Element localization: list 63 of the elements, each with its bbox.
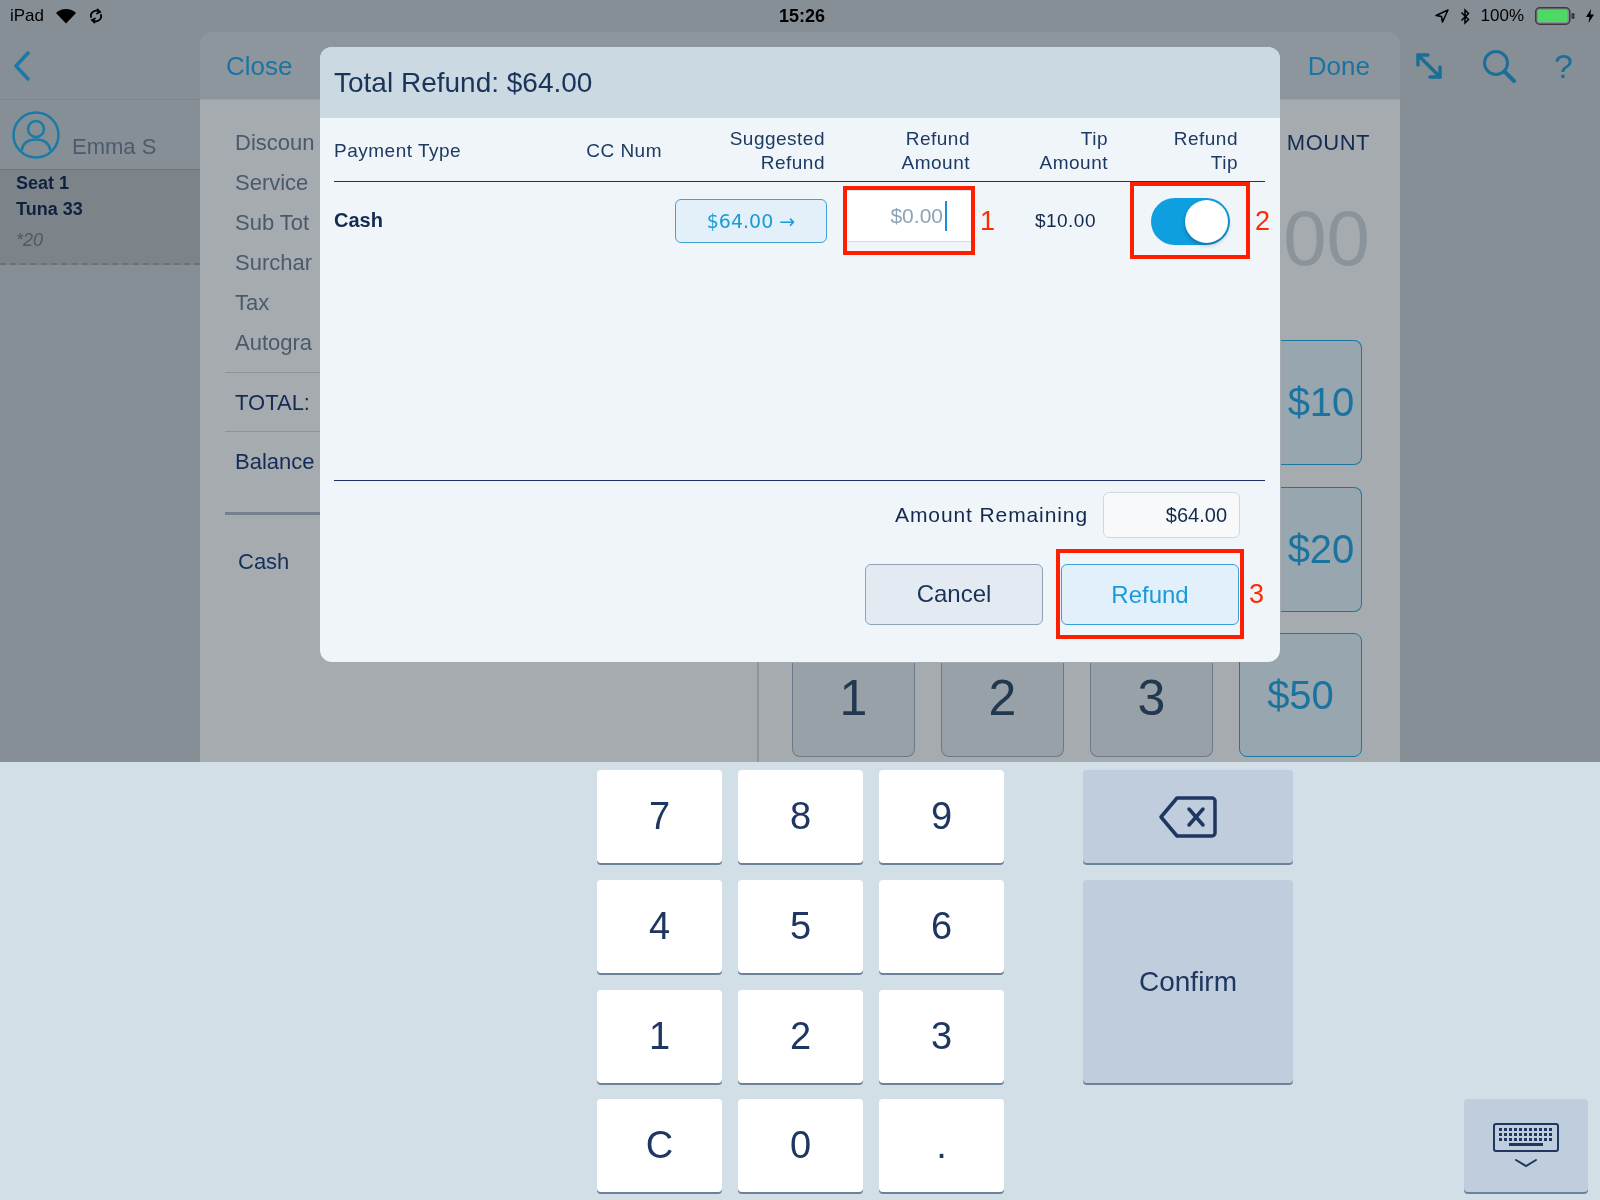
- bluetooth-icon: [1459, 7, 1470, 25]
- amount-heading: MOUNT: [1286, 130, 1370, 156]
- sync-icon: [88, 7, 105, 25]
- callout-number: 1: [980, 205, 996, 236]
- keypad-key[interactable]: 3: [879, 990, 1004, 1083]
- keypad-key[interactable]: 4: [597, 880, 722, 973]
- refund-tip-toggle[interactable]: [1151, 198, 1230, 245]
- device-name: iPad: [10, 6, 45, 26]
- keypad-key[interactable]: 2: [941, 663, 1064, 757]
- column-header: CC Num: [586, 139, 662, 163]
- payment-method: Cash: [237, 549, 290, 575]
- table-cell: $10.00: [1034, 209, 1096, 232]
- chevron-left-icon: [13, 50, 31, 81]
- keypad-key[interactable]: 3: [1090, 663, 1213, 757]
- search-icon: [1481, 48, 1517, 84]
- dialog-title: Total Refund: $64.00: [334, 66, 593, 99]
- keypad-key[interactable]: .: [879, 1099, 1004, 1192]
- summary-label: Discoun: [234, 130, 316, 156]
- confirm-key[interactable]: Confirm: [1083, 880, 1293, 1083]
- keypad-key[interactable]: 2: [738, 990, 863, 1083]
- keypad-key[interactable]: 6: [879, 880, 1004, 973]
- keypad-key[interactable]: 7: [597, 770, 722, 863]
- customer-name: Emma S: [72, 135, 157, 159]
- column-header: Suggested Refund: [729, 127, 825, 175]
- keypad-key[interactable]: C: [597, 1099, 722, 1192]
- keypad-key[interactable]: 0: [738, 1099, 863, 1192]
- person-icon: [12, 111, 60, 159]
- keypad-key[interactable]: 8: [738, 770, 863, 863]
- column-header: Refund Amount: [901, 127, 970, 175]
- keypad-key[interactable]: 5: [738, 880, 863, 973]
- hide-keyboard-key[interactable]: [1464, 1099, 1588, 1192]
- amount-remaining-label: Amount Remaining: [895, 503, 1088, 527]
- summary-label: TOTAL:: [234, 390, 311, 416]
- summary-label: Autogra: [234, 330, 314, 356]
- expand-arrows-icon: [1414, 51, 1444, 81]
- battery-percentage: 100%: [1480, 6, 1524, 26]
- cancel-button[interactable]: Cancel: [865, 563, 1043, 625]
- keyboard-hide-icon: [1493, 1122, 1559, 1169]
- column-header: Tip Amount: [1039, 127, 1108, 175]
- column-header: Refund Tip: [1173, 127, 1238, 175]
- order-item: Tuna 33: [16, 198, 83, 221]
- backspace-key[interactable]: [1083, 770, 1293, 863]
- keypad-key[interactable]: 1: [597, 990, 722, 1083]
- summary-label: Surchar: [234, 250, 314, 276]
- charging-bolt-icon: [1586, 9, 1594, 23]
- callout-number: 3: [1249, 579, 1265, 609]
- seat-label: Seat 1: [16, 172, 70, 195]
- amount-remaining-field: $64.00: [1103, 492, 1240, 538]
- clock-time: 15:26: [779, 6, 826, 26]
- refund-amount-field[interactable]: $0.00: [847, 190, 971, 242]
- table-cell: Cash: [334, 209, 383, 232]
- backspace-icon: [1158, 794, 1218, 839]
- summary-label: Sub Tot: [234, 210, 311, 236]
- keypad-key[interactable]: 1: [792, 663, 915, 757]
- battery-icon: [1535, 7, 1575, 25]
- keypad-key[interactable]: 9: [879, 770, 1004, 863]
- location-arrow-icon: [1434, 9, 1449, 23]
- wifi-icon: [55, 8, 78, 24]
- summary-label: Tax: [234, 290, 271, 316]
- callout-number: 2: [1255, 205, 1271, 236]
- column-header: Payment Type: [334, 139, 462, 163]
- summary-label: Balance: [234, 449, 316, 475]
- summary-label: Service: [234, 170, 310, 196]
